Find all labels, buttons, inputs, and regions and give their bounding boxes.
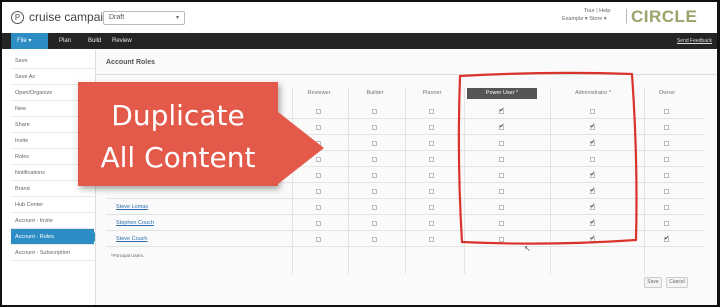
header-divider [626, 9, 627, 24]
brand-logo: CIRCLE [631, 7, 698, 26]
role-checkbox[interactable] [316, 221, 321, 226]
campaign-logo-icon: P [11, 11, 24, 24]
status-dropdown[interactable]: Draft ▾ [103, 11, 185, 25]
role-checkbox[interactable] [372, 141, 377, 146]
nav-build[interactable]: Build [88, 33, 101, 49]
role-checkbox[interactable] [372, 189, 377, 194]
role-checkbox[interactable] [429, 141, 434, 146]
column-header: Builder [366, 90, 384, 96]
role-checkbox[interactable] [429, 189, 434, 194]
sidebar-item[interactable]: Hub Center [11, 197, 94, 213]
role-checkbox[interactable] [499, 122, 505, 130]
role-checkbox[interactable] [429, 205, 434, 210]
nav-plan[interactable]: Plan [59, 33, 71, 49]
user-name-link[interactable]: Steve Lomas [116, 204, 148, 210]
table-row [106, 246, 704, 247]
role-checkbox[interactable] [664, 173, 669, 178]
role-checkbox[interactable] [499, 221, 504, 226]
table-row [106, 198, 704, 199]
sidebar-item[interactable]: Save [11, 53, 94, 69]
role-checkbox[interactable] [429, 221, 434, 226]
role-checkbox[interactable] [590, 122, 596, 130]
role-checkbox[interactable] [429, 237, 434, 242]
help-links[interactable]: Tour | Help [584, 8, 611, 15]
role-checkbox[interactable] [499, 237, 504, 242]
column-header: Administrator * [574, 90, 612, 96]
column-header: Reviewer [307, 90, 331, 96]
role-checkbox[interactable] [499, 106, 505, 114]
sidebar-item[interactable]: Account - Subscription [11, 245, 94, 261]
role-checkbox[interactable] [499, 173, 504, 178]
role-checkbox[interactable] [372, 221, 377, 226]
user-name-link[interactable]: Steve Couch [116, 236, 148, 242]
nav-review[interactable]: Review [112, 33, 132, 49]
page-title: Account Roles [106, 59, 156, 66]
main-nav: File ▾ Plan Build Review Send Feedback [2, 33, 717, 49]
role-checkbox[interactable] [429, 157, 434, 162]
principal-users-note: *Principal Users. [111, 253, 145, 258]
role-checkbox[interactable] [372, 205, 377, 210]
callout-arrow [278, 112, 324, 184]
role-checkbox[interactable] [664, 157, 669, 162]
callout-line-1: Duplicate [111, 99, 245, 132]
role-checkbox[interactable] [499, 189, 504, 194]
title-divider [96, 74, 717, 75]
chevron-down-icon: ▾ [175, 15, 179, 21]
user-name-link[interactable]: Stephen Couch [116, 220, 154, 226]
role-checkbox[interactable] [316, 237, 321, 242]
save-button[interactable]: Save [644, 277, 662, 288]
role-checkbox[interactable] [590, 186, 596, 194]
role-checkbox[interactable] [429, 109, 434, 114]
role-checkbox[interactable] [316, 189, 321, 194]
account-links[interactable]: Example ▾ Store ▾ [562, 16, 607, 23]
role-checkbox[interactable] [499, 205, 504, 210]
column-header: Owner [658, 90, 676, 96]
role-checkbox[interactable] [590, 138, 596, 146]
sidebar-item[interactable]: Account - Roles [11, 229, 99, 245]
top-bar: P cruise campaign Draft ▾ Tour | Help Ex… [2, 2, 717, 32]
nav-file-menu[interactable]: File ▾ [11, 33, 48, 49]
role-checkbox[interactable] [664, 125, 669, 130]
role-checkbox[interactable] [664, 189, 669, 194]
sidebar-item[interactable]: Account - Invite [11, 213, 94, 229]
mouse-cursor-icon: ↖ [524, 244, 531, 253]
role-checkbox[interactable] [664, 221, 669, 226]
role-checkbox[interactable] [590, 218, 596, 226]
role-checkbox[interactable] [590, 157, 595, 162]
nav-file-label: File [17, 38, 27, 44]
role-checkbox[interactable] [372, 173, 377, 178]
table-row [106, 230, 704, 231]
table-row [106, 214, 704, 215]
role-checkbox[interactable] [590, 109, 595, 114]
cancel-button[interactable]: Cancel [666, 277, 688, 288]
column-header: Power User * [467, 88, 537, 99]
role-checkbox[interactable] [429, 125, 434, 130]
role-checkbox[interactable] [372, 125, 377, 130]
role-checkbox[interactable] [499, 141, 504, 146]
status-dropdown-value: Draft [109, 14, 125, 21]
role-checkbox[interactable] [664, 234, 670, 242]
role-checkbox[interactable] [372, 109, 377, 114]
role-checkbox[interactable] [590, 234, 596, 242]
role-checkbox[interactable] [664, 109, 669, 114]
role-checkbox[interactable] [590, 170, 596, 178]
role-checkbox[interactable] [499, 157, 504, 162]
callout-line-2: All Content [100, 141, 256, 174]
role-checkbox[interactable] [664, 205, 669, 210]
role-checkbox[interactable] [429, 173, 434, 178]
role-checkbox[interactable] [316, 205, 321, 210]
app-window: P cruise campaign Draft ▾ Tour | Help Ex… [0, 0, 720, 307]
role-checkbox[interactable] [590, 202, 596, 210]
send-feedback-link[interactable]: Send Feedback [677, 33, 712, 49]
role-checkbox[interactable] [372, 157, 377, 162]
role-checkbox[interactable] [664, 141, 669, 146]
role-checkbox[interactable] [372, 237, 377, 242]
column-header: Planner [422, 90, 442, 96]
